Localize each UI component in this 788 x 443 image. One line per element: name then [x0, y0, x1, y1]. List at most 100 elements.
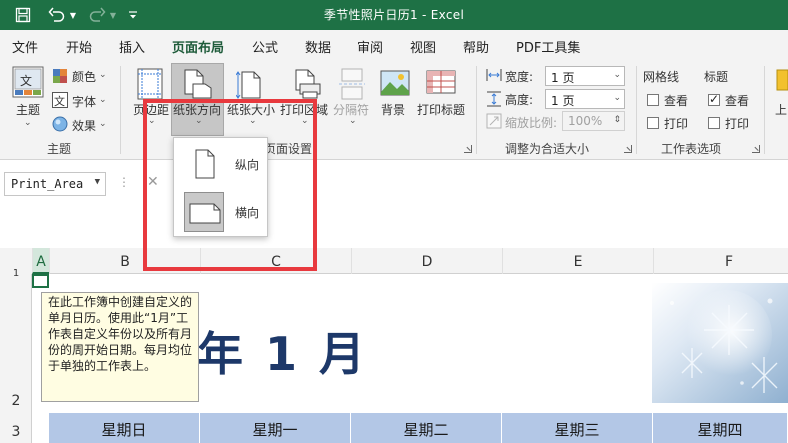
weekday-header-cell[interactable]: 星期三 — [502, 413, 653, 443]
headings-label: 标题 — [704, 70, 729, 84]
print-titles-icon[interactable] — [426, 68, 456, 98]
name-box-value: Print_Area — [11, 177, 84, 191]
portrait-option[interactable]: 纵向 — [180, 142, 262, 186]
name-box[interactable]: Print_Area ▼ — [4, 172, 106, 196]
print-titles-button[interactable]: 打印标题 — [417, 101, 465, 118]
size-icon[interactable] — [235, 68, 264, 100]
scale-label: 缩放比例: — [505, 116, 558, 130]
fonts-dropdown-icon[interactable]: ⌄ — [99, 95, 107, 105]
column-header-e[interactable]: E — [502, 248, 653, 274]
colors-dropdown-icon[interactable]: ⌄ — [99, 70, 107, 80]
fonts-button[interactable]: 字体 — [72, 93, 96, 110]
width-select[interactable]: 1 页 ⌄ — [545, 66, 625, 86]
width-icon — [486, 68, 502, 82]
size-dropdown-icon[interactable]: ⌄ — [249, 116, 257, 126]
effects-button[interactable]: 效果 — [72, 117, 96, 134]
themes-dropdown-icon[interactable]: ⌄ — [24, 118, 32, 128]
scale-launcher-icon[interactable] — [624, 145, 632, 153]
breaks-icon — [338, 68, 366, 100]
group-separator — [120, 66, 121, 154]
headings-view-checkbox[interactable] — [708, 92, 720, 106]
spinner-icon: ⇕ — [613, 115, 621, 125]
weekday-header-row: 星期日 星期一 星期二 星期三 星期四 — [49, 413, 788, 443]
height-select[interactable]: 1 页 ⌄ — [545, 89, 625, 109]
chevron-down-icon: ⌄ — [613, 70, 621, 80]
headings-view-label: 查看 — [725, 94, 750, 108]
print-area-dropdown-icon[interactable]: ⌄ — [301, 116, 309, 126]
page-setup-launcher-icon[interactable] — [464, 145, 472, 153]
group-separator — [636, 66, 637, 154]
sheet-options-launcher-icon[interactable] — [752, 145, 760, 153]
formula-bar-grip-icon: ⋮ — [118, 175, 130, 189]
margins-icon[interactable] — [136, 68, 164, 100]
weekday-header-cell[interactable]: 星期一 — [200, 413, 351, 443]
orientation-icon[interactable] — [181, 68, 213, 100]
row-header-1[interactable]: 1 — [0, 268, 32, 279]
gridlines-label: 网格线 — [643, 70, 680, 84]
tab-insert[interactable]: 插入 — [119, 37, 145, 56]
tab-help[interactable]: 帮助 — [463, 37, 489, 56]
column-header-d[interactable]: D — [351, 248, 502, 274]
scale-input: 100% ⇕ — [562, 111, 625, 131]
landscape-label: 横向 — [235, 206, 260, 220]
background-icon[interactable] — [380, 68, 410, 98]
width-value: 1 页 — [551, 71, 575, 85]
winter-frost-photo — [652, 283, 788, 403]
headings-print-label: 打印 — [725, 117, 750, 131]
tab-pdf-tools[interactable]: PDF工具集 — [516, 37, 580, 56]
column-headers: A B C D E F — [0, 248, 788, 274]
window-title: 季节性照片日历1 - Excel — [323, 8, 465, 22]
background-button[interactable]: 背景 — [381, 101, 405, 118]
column-header-b[interactable]: B — [49, 248, 200, 274]
column-header-a[interactable]: A — [32, 248, 49, 274]
tab-page-layout[interactable]: 页面布局 — [172, 37, 225, 63]
height-label: 高度: — [505, 93, 534, 107]
print-area-icon[interactable] — [290, 68, 322, 100]
headings-print-checkbox[interactable] — [708, 117, 720, 129]
colors-button[interactable]: 颜色 — [72, 68, 96, 85]
margins-dropdown-icon[interactable]: ⌄ — [148, 116, 156, 126]
tab-data[interactable]: 数据 — [305, 37, 331, 56]
weekday-header-cell[interactable]: 星期日 — [49, 413, 200, 443]
portrait-icon — [184, 144, 224, 184]
formula-bar: Print_Area ▼ ⋮ ✕ — [0, 160, 788, 210]
tab-formulas[interactable]: 公式 — [252, 37, 278, 56]
colors-icon — [52, 68, 68, 84]
orientation-dropdown-menu: 纵向 横向 — [173, 137, 268, 237]
weekday-header-cell[interactable]: 星期二 — [351, 413, 502, 443]
ribbon-page-layout: 文 主题 ⌄ 颜色 ⌄ 文 字体 ⌄ 效果 ⌄ 主题 页边距 ⌄ 纸张方向 ⌄ … — [0, 60, 788, 160]
scale-icon — [486, 113, 502, 129]
height-icon — [486, 91, 502, 107]
title-bar: ▼ ▼ 季节性照片日历1 - Excel — [0, 0, 788, 30]
tab-view[interactable]: 视图 — [410, 37, 436, 56]
effects-dropdown-icon[interactable]: ⌄ — [99, 119, 107, 129]
row-header-2[interactable]: 2 — [0, 393, 32, 409]
themes-icon[interactable]: 文 — [12, 66, 44, 98]
column-header-c[interactable]: C — [200, 248, 351, 274]
gridlines-view-checkbox[interactable] — [647, 94, 659, 106]
gridlines-print-checkbox[interactable] — [647, 117, 659, 129]
sheet-options-group-label: 工作表选项 — [661, 142, 722, 156]
calendar-month-title: 年 1 月 — [197, 327, 369, 381]
orientation-dropdown-icon[interactable]: ⌄ — [195, 116, 203, 126]
themes-button[interactable]: 主题 — [16, 101, 40, 118]
cancel-icon[interactable]: ✕ — [147, 174, 159, 190]
selected-cell-a1[interactable] — [32, 274, 49, 288]
weekday-header-cell[interactable]: 星期四 — [653, 413, 788, 443]
page-setup-group-label: 页面设置 — [264, 142, 313, 156]
column-header-f[interactable]: F — [653, 248, 788, 274]
bring-forward-button[interactable]: 上 — [775, 101, 787, 118]
tab-home[interactable]: 开始 — [66, 37, 92, 56]
portrait-label: 纵向 — [235, 158, 260, 172]
tab-file[interactable]: 文件 — [12, 37, 38, 56]
tab-review[interactable]: 审阅 — [357, 37, 383, 56]
chevron-down-icon: ⌄ — [613, 93, 621, 103]
landscape-option[interactable]: 横向 — [180, 190, 262, 234]
bring-forward-icon[interactable] — [775, 68, 788, 96]
svg-text:文: 文 — [54, 94, 65, 108]
breaks-dropdown-icon: ⌄ — [349, 116, 357, 126]
themes-group-label: 主题 — [47, 142, 72, 156]
group-separator — [476, 66, 477, 154]
group-separator — [764, 66, 765, 154]
row-header-3[interactable]: 3 — [0, 424, 32, 440]
